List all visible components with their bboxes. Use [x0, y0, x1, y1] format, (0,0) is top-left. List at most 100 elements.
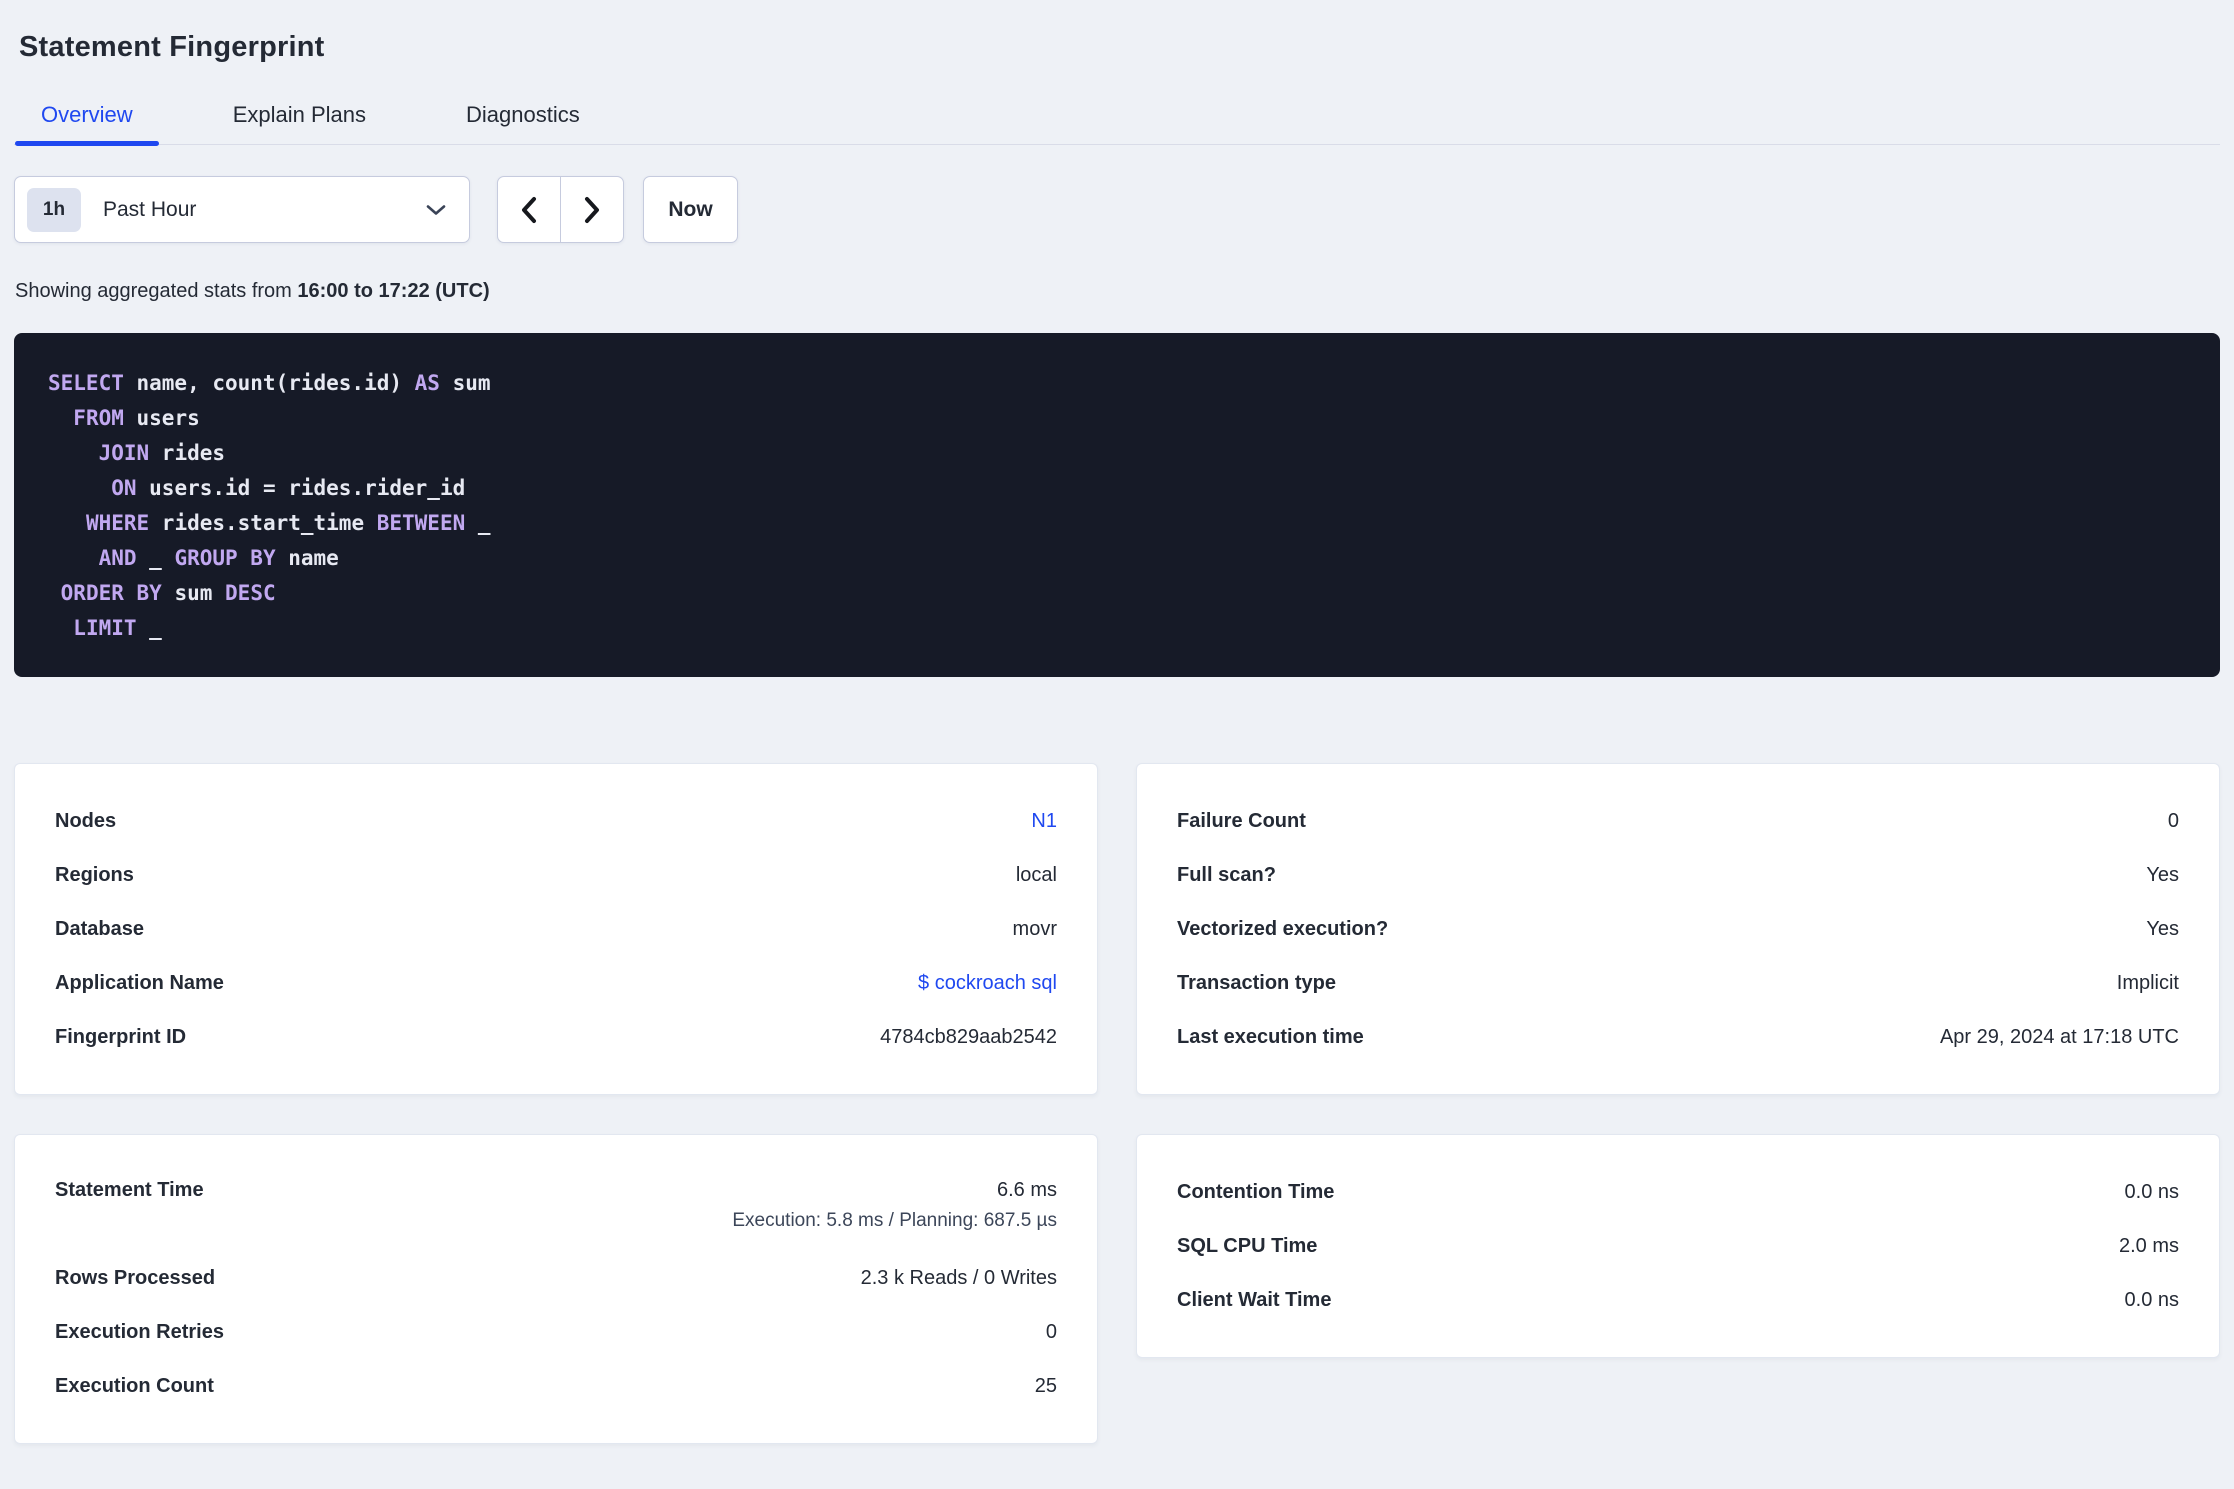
row-value-block: 6.6 ms Execution: 5.8 ms / Planning: 687.…: [732, 1179, 1057, 1232]
row-value: 0.0 ns: [2124, 1288, 2179, 1311]
sql-keyword: WHERE: [85, 511, 150, 535]
sql-token: sum: [439, 371, 491, 395]
sql-line: LIMIT _: [48, 611, 2186, 646]
row-label: Contention Time: [1177, 1180, 1335, 1203]
row-label: Rows Processed: [55, 1266, 216, 1289]
summary-row: Contention Time 0.0 ns: [1177, 1165, 2179, 1219]
row-value-block: Yes: [2146, 864, 2179, 887]
sql-line: ON users.id = rides.rider_id: [48, 471, 2186, 506]
row-value-subtext: Execution: 5.8 ms / Planning: 687.5 µs: [732, 1210, 1057, 1231]
sql-keyword: SELECT: [48, 371, 124, 395]
row-label: Vectorized execution?: [1177, 917, 1389, 940]
sql-line: AND _ GROUP BY name: [48, 541, 2186, 576]
row-value-block: Yes: [2146, 918, 2179, 941]
row-value: 0.0 ns: [2124, 1180, 2179, 1203]
summary-row: Execution Count 25: [55, 1359, 1057, 1413]
sql-token: name, count(rides.id): [123, 371, 415, 395]
tab-label: Explain Plans: [232, 102, 366, 127]
aggregated-stats-note: Showing aggregated stats from 16:00 to 1…: [15, 279, 2220, 303]
chevron-down-icon: [425, 203, 447, 217]
tab-diagnostics[interactable]: Diagnostics: [440, 104, 606, 144]
row-value-block: movr: [1013, 918, 1057, 941]
sql-token: _: [136, 616, 162, 640]
statement-details-card: Nodes N1 Regions local Database movr Applicati…: [14, 763, 1098, 1095]
row-value-block: N1: [1031, 810, 1057, 833]
interval-arrow-group: [497, 176, 624, 243]
row-label: Application Name: [55, 971, 224, 994]
prev-interval-button[interactable]: [498, 177, 560, 242]
row-value-block: $ cockroach sql: [918, 972, 1057, 995]
row-value-block: Implicit: [2117, 972, 2179, 995]
time-interval-badge: 1h: [27, 187, 81, 232]
summary-row: SQL CPU Time 2.0 ms: [1177, 1219, 2179, 1273]
next-interval-button[interactable]: [560, 177, 623, 242]
sql-keyword: ON: [111, 476, 137, 500]
time-picker-controls: 1h Past Hour Now: [14, 176, 2220, 243]
chevron-right-icon: [581, 195, 603, 225]
tab-label: Diagnostics: [466, 102, 580, 127]
summary-row: Application Name $ cockroach sql: [55, 956, 1057, 1010]
sql-token: name: [275, 546, 339, 570]
sql-token: rides: [149, 441, 226, 465]
row-label: Full scan?: [1177, 863, 1276, 886]
sql-keyword: AND: [98, 546, 137, 570]
row-value-block: local: [1016, 864, 1057, 887]
wait-times-card: Contention Time 0.0 ns SQL CPU Time 2.0 ms C…: [1136, 1134, 2220, 1358]
row-value-link[interactable]: $ cockroach sql: [918, 972, 1057, 994]
statement-times-card: Statement Time 6.6 ms Execution: 5.8 ms / …: [14, 1134, 1098, 1444]
row-value-block: 25: [1035, 1375, 1057, 1398]
sql-keyword: LIMIT: [73, 616, 137, 640]
sql-token: sum: [161, 581, 226, 605]
row-value-link[interactable]: N1: [1031, 810, 1057, 832]
sql-token: users.id = rides.rider_id: [136, 476, 466, 500]
row-value: Apr 29, 2024 at 17:18 UTC: [1939, 1025, 2179, 1048]
row-label: Execution Count: [55, 1374, 214, 1397]
summary-row: Regions local: [55, 848, 1057, 902]
tab-bar: Overview Explain Plans Diagnostics: [14, 104, 2220, 146]
summary-row: Vectorized execution? Yes: [1177, 902, 2179, 956]
stats-note-range: 16:00 to 17:22 (UTC): [297, 280, 490, 302]
row-value: 25: [1034, 1374, 1057, 1397]
time-interval-label: Past Hour: [103, 197, 197, 221]
time-interval-dropdown[interactable]: 1h Past Hour: [14, 176, 470, 243]
chevron-left-icon: [518, 195, 540, 225]
row-value-block: 0: [1046, 1321, 1057, 1344]
tab-explain-plans[interactable]: Explain Plans: [207, 104, 392, 144]
sql-statement-box: SELECT name, count(rides.id) AS sum FROM…: [14, 333, 2220, 677]
row-label: Execution Retries: [55, 1320, 224, 1343]
row-value: Yes: [2146, 917, 2179, 940]
row-value: 2.3 k Reads / 0 Writes: [860, 1266, 1057, 1289]
sql-line: FROM users: [48, 401, 2186, 436]
row-label: Last execution time: [1177, 1025, 1364, 1048]
sql-line: ORDER BY sum DESC: [48, 576, 2186, 611]
sql-line: SELECT name, count(rides.id) AS sum: [48, 366, 2186, 401]
summary-row: Statement Time 6.6 ms Execution: 5.8 ms / …: [55, 1165, 1057, 1251]
now-button[interactable]: Now: [643, 176, 738, 243]
row-label: SQL CPU Time: [1177, 1234, 1318, 1257]
tab-overview[interactable]: Overview: [15, 104, 159, 146]
sql-keyword: JOIN: [98, 441, 150, 465]
row-value-block: 2.0 ms: [2119, 1235, 2179, 1258]
sql-keyword: BETWEEN: [376, 511, 466, 535]
row-label: Client Wait Time: [1177, 1288, 1332, 1311]
sql-token: users: [123, 406, 200, 430]
row-label: Database: [55, 917, 144, 940]
stats-note-prefix: Showing aggregated stats from: [15, 280, 298, 302]
row-value-block: 4784cb829aab2542: [880, 1026, 1057, 1049]
row-value-block: 0.0 ns: [2125, 1289, 2179, 1312]
sql-token: _: [465, 511, 491, 535]
summary-row: Client Wait Time 0.0 ns: [1177, 1273, 2179, 1327]
row-label: Regions: [55, 863, 134, 886]
sql-keyword: FROM: [73, 406, 124, 430]
summary-row: Transaction type Implicit: [1177, 956, 2179, 1010]
summary-row: Failure Count 0: [1177, 794, 2179, 848]
row-value-block: 2.3 k Reads / 0 Writes: [861, 1267, 1057, 1290]
page-title: Statement Fingerprint: [19, 31, 325, 63]
row-value: 0: [2167, 809, 2179, 832]
